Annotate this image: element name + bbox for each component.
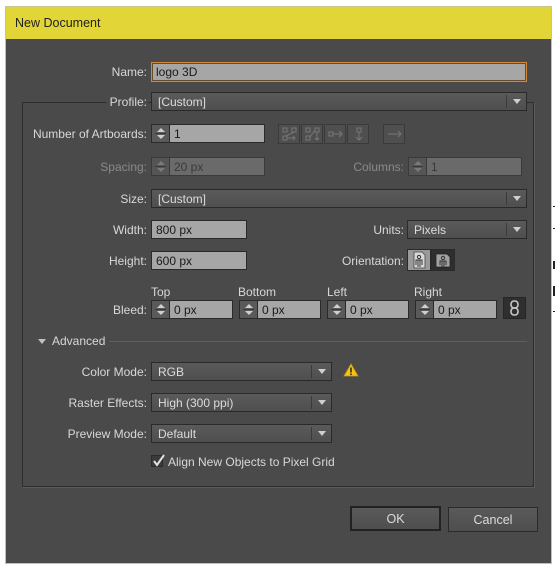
landscape-icon (435, 253, 451, 268)
new-document-dialog: New Document Name: logo 3D Profile: [Cus… (5, 6, 552, 564)
chevron-down-icon (513, 196, 521, 201)
artboards-label: Number of Artboards: (32, 127, 147, 141)
grid-by-column-icon[interactable] (301, 124, 323, 144)
name-input[interactable]: logo 3D (151, 62, 527, 82)
raster-effects-value: High (300 ppi) (158, 396, 234, 410)
align-pixel-grid-checkbox[interactable] (151, 454, 165, 467)
warning-icon[interactable] (343, 363, 359, 380)
background-strip (552, 6, 558, 568)
width-label: Width: (112, 223, 147, 237)
bleed-left-input[interactable]: 0 px (345, 300, 409, 319)
arrange-by-row-icon[interactable] (324, 124, 346, 144)
portrait-icon (413, 251, 426, 269)
profile-label: Profile: (109, 95, 147, 109)
preview-mode-dropdown[interactable]: Default (151, 424, 332, 443)
bleed-bottom-stepper[interactable] (239, 300, 257, 319)
portrait-orientation-button[interactable] (407, 249, 431, 271)
height-input[interactable]: 600 px (151, 251, 247, 270)
bleed-top-label: Top (151, 285, 171, 299)
profile-value: [Custom] (158, 95, 207, 109)
columns-input: 1 (426, 157, 522, 176)
color-mode-dropdown[interactable]: RGB (151, 362, 332, 381)
advanced-divider (109, 341, 527, 342)
cancel-button[interactable]: Cancel (448, 507, 538, 532)
name-label: Name: (111, 65, 147, 79)
artboards-stepper[interactable] (151, 124, 169, 143)
bleed-bottom-input[interactable]: 0 px (257, 300, 321, 319)
height-label: Height: (108, 254, 147, 268)
units-label: Units: (373, 223, 404, 237)
orientation-label: Orientation: (341, 254, 404, 268)
raster-effects-dropdown[interactable]: High (300 ppi) (151, 393, 332, 412)
dialog-title: New Document (15, 16, 101, 30)
dialog-title-bar[interactable]: New Document (6, 7, 551, 39)
preview-mode-value: Default (158, 427, 197, 441)
chevron-down-icon (318, 400, 326, 405)
align-pixel-grid-label[interactable]: Align New Objects to Pixel Grid (168, 455, 335, 469)
preview-mode-label: Preview Mode: (67, 427, 147, 441)
advanced-section-toggle[interactable]: Advanced (52, 334, 105, 348)
arrange-by-column-icon[interactable] (347, 124, 369, 144)
units-dropdown[interactable]: Pixels (407, 220, 527, 239)
spacing-stepper (151, 157, 169, 176)
bleed-label: Bleed: (112, 303, 147, 317)
size-dropdown[interactable]: [Custom] (151, 189, 527, 208)
units-value: Pixels (414, 223, 447, 237)
chevron-down-icon (513, 99, 521, 104)
artboards-input[interactable]: 1 (169, 124, 265, 143)
ok-button[interactable]: OK (350, 506, 441, 531)
size-label: Size: (120, 192, 147, 206)
bleed-top-stepper[interactable] (151, 300, 169, 319)
checkmark-icon (153, 454, 165, 467)
spacing-label: Spacing: (100, 160, 147, 174)
color-mode-value: RGB (158, 365, 185, 379)
size-value: [Custom] (158, 192, 207, 206)
bleed-right-stepper[interactable] (415, 300, 433, 319)
landscape-orientation-button[interactable] (431, 249, 455, 271)
chevron-down-icon (513, 227, 521, 232)
profile-dropdown[interactable]: [Custom] (151, 92, 527, 111)
width-input[interactable]: 800 px (151, 220, 247, 239)
bleed-right-label: Right (414, 285, 443, 299)
grid-by-row-icon[interactable] (278, 124, 300, 144)
chevron-down-icon (318, 369, 326, 374)
bleed-right-input[interactable]: 0 px (433, 300, 497, 319)
link-bleed-button[interactable] (503, 297, 526, 319)
chevron-down-icon (318, 431, 326, 436)
bleed-left-stepper[interactable] (327, 300, 345, 319)
columns-label: Columns: (353, 160, 404, 174)
right-to-left-layout-icon[interactable] (383, 124, 405, 144)
bleed-left-label: Left (327, 285, 348, 299)
columns-stepper (408, 157, 426, 176)
chain-link-icon (510, 300, 519, 316)
advanced-toggle-icon[interactable] (38, 339, 46, 344)
spacing-input: 20 px (169, 157, 265, 176)
color-mode-label: Color Mode: (81, 365, 147, 379)
raster-effects-label: Raster Effects: (68, 396, 147, 410)
bleed-top-input[interactable]: 0 px (169, 300, 233, 319)
bleed-bottom-label: Bottom (238, 285, 277, 299)
